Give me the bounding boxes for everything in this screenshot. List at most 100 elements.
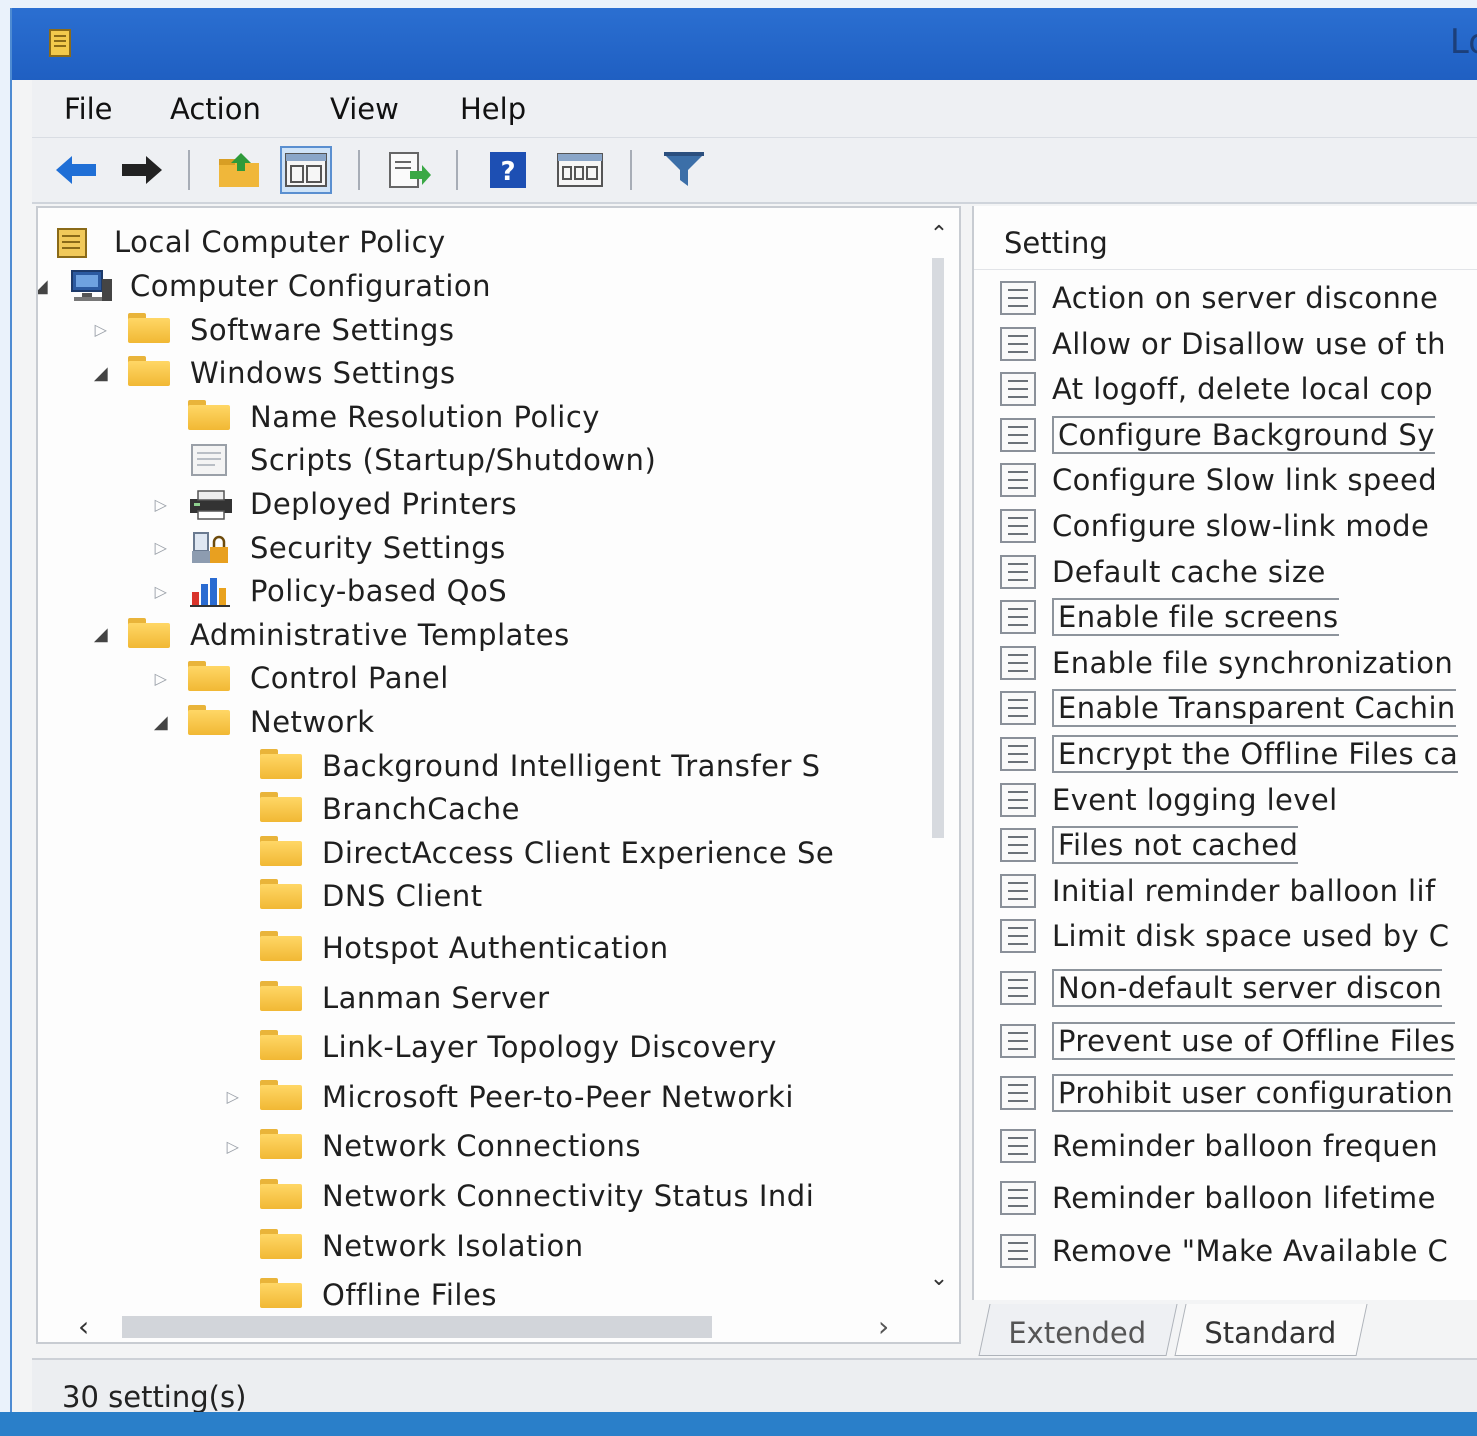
collapsed-triangle-icon[interactable]: ▷ [88,317,114,343]
tree-item-network-connections[interactable]: ▷ Network Connections [220,1124,641,1168]
filter-icon [664,152,704,186]
setting-row[interactable]: Allow or Disallow use of th [1000,322,1446,366]
tree-item-dns-client[interactable]: DNS Client [260,874,483,918]
tree-item-directaccess-client-experience-se[interactable]: DirectAccess Client Experience Se [260,831,834,875]
tree-item-administrative-templates[interactable]: ◢ Administrative Templates [88,613,570,657]
setting-row[interactable]: Limit disk space used by C [1000,914,1449,958]
tree-item-network[interactable]: ◢ Network [148,700,375,744]
back-arrow-icon [56,156,96,184]
folder-icon [260,792,306,826]
scroll-down-icon[interactable]: ⌄ [924,1266,954,1291]
forward-button[interactable] [116,146,168,194]
expanded-triangle-icon[interactable]: ◢ [88,360,114,386]
collapsed-triangle-icon[interactable]: ▷ [148,535,174,561]
properties-button[interactable] [554,146,606,194]
setting-row[interactable]: Reminder balloon frequen [1000,1124,1438,1168]
policy-scroll-icon [57,228,87,258]
setting-label: Limit disk space used by C [1052,919,1450,954]
setting-row[interactable]: Prohibit user configuration [1000,1071,1454,1115]
setting-row[interactable]: Prevent use of Offline Files [1000,1019,1456,1063]
tree-item-deployed-printers[interactable]: ▷ Deployed Printers [148,482,517,526]
title-bar[interactable]: Lo [12,8,1477,80]
setting-row[interactable]: Enable Transparent Cachin [1000,686,1456,730]
setting-row[interactable]: Configure Background Sy [1000,413,1435,457]
scroll-left-icon[interactable]: ‹ [78,1310,89,1342]
folder-icon [260,1129,306,1163]
menu-action[interactable]: Action [170,92,261,126]
tree-item-background-intelligent-transfer-s[interactable]: Background Intelligent Transfer S [260,744,821,788]
console-tree[interactable]: Local Computer Policy ◢ Computer Configur… [36,206,961,1344]
setting-label: Default cache size [1052,554,1326,589]
scroll-up-icon[interactable]: ⌃ [924,222,954,247]
setting-row[interactable]: At logoff, delete local cop [1000,367,1433,411]
tree-item-policy-based-qos[interactable]: ▷ Policy-based QoS [148,569,507,613]
setting-row[interactable]: Enable file synchronization [1000,641,1453,685]
setting-row[interactable]: Encrypt the Offline Files ca [1000,732,1459,776]
collapsed-triangle-icon[interactable]: ▷ [220,1133,246,1159]
tree-item-label: DNS Client [322,879,483,914]
expanded-triangle-icon[interactable]: ◢ [148,709,174,735]
setting-row[interactable]: Files not cached [1000,823,1299,867]
tree-root[interactable]: Local Computer Policy [52,220,446,264]
setting-label: Enable Transparent Cachin [1052,689,1456,728]
view-tabs: Extended Standard [974,1304,1477,1356]
show-hide-tree-button[interactable] [280,146,332,194]
tree-item-computer-configuration[interactable]: ◢ Computer Configuration [38,264,491,308]
tree-vertical-scrollbar[interactable]: ⌃ ⌄ [918,218,958,1298]
menu-view[interactable]: View [330,92,399,126]
expanded-triangle-icon[interactable]: ◢ [88,622,114,648]
setting-row[interactable]: Event logging level [1000,778,1338,822]
setting-row[interactable]: Default cache size [1000,550,1326,594]
tree-item-network-isolation[interactable]: Network Isolation [260,1224,584,1268]
scroll-right-icon[interactable]: › [878,1310,889,1342]
tree-item-lanman-server[interactable]: Lanman Server [260,976,550,1020]
tree-item-branchcache[interactable]: BranchCache [260,787,520,831]
policy-setting-icon [1000,873,1036,908]
tree-item-microsoft-peer-to-peer-networki[interactable]: ▷ Microsoft Peer-to-Peer Networki [220,1075,794,1119]
tree-item-network-connectivity-status-indi[interactable]: Network Connectivity Status Indi [260,1174,814,1218]
setting-row[interactable]: Enable file screens [1000,595,1339,639]
scroll-thumb-horizontal[interactable] [122,1316,712,1338]
tree-item-security-settings[interactable]: ▷ Security Settings [148,526,506,570]
tree-item-link-layer-topology-discovery[interactable]: Link-Layer Topology Discovery [260,1025,777,1069]
setting-label: Enable file screens [1052,598,1339,637]
setting-row[interactable]: Reminder balloon lifetime [1000,1176,1436,1220]
help-button[interactable]: ? [482,146,534,194]
menu-help[interactable]: Help [460,92,526,126]
tree-item-label: Scripts (Startup/Shutdown) [250,443,657,478]
column-header-setting[interactable]: Setting [974,206,1477,270]
setting-row[interactable]: Configure Slow link speed [1000,458,1437,502]
scroll-thumb[interactable] [932,258,944,838]
filter-button[interactable] [658,146,710,194]
tree-item-hotspot-authentication[interactable]: Hotspot Authentication [260,926,669,970]
tree-item-control-panel[interactable]: ▷ Control Panel [148,656,449,700]
tree-item-software-settings[interactable]: ▷ Software Settings [88,308,455,352]
tree-item-label: Hotspot Authentication [322,931,669,965]
back-button[interactable] [50,146,102,194]
tree-item-name-resolution-policy[interactable]: Name Resolution Policy [188,395,600,439]
setting-row[interactable]: Configure slow-link mode [1000,504,1429,548]
collapsed-triangle-icon[interactable]: ▷ [148,665,174,691]
tree-item-scripts-startup-shutdown[interactable]: Scripts (Startup/Shutdown) [188,438,656,482]
up-one-level-button[interactable] [214,146,266,194]
folder-icon [128,356,174,390]
setting-row[interactable]: Non-default server discon [1000,966,1443,1010]
tab-standard[interactable]: Standard [1174,1304,1368,1356]
expanded-triangle-icon[interactable]: ◢ [38,273,54,299]
tree-horizontal-scrollbar[interactable]: ‹ › [78,1308,918,1342]
menu-file[interactable]: File [64,92,113,126]
tree-item-windows-settings[interactable]: ◢ Windows Settings [88,351,456,395]
setting-row[interactable]: Remove "Make Available C [1000,1229,1448,1273]
setting-row[interactable]: Action on server disconne [1000,276,1438,320]
tab-extended[interactable]: Extended [978,1304,1178,1356]
toolbar-separator [188,150,190,190]
settings-list[interactable]: Setting Action on server disconne Allow o… [972,206,1477,1300]
printer-icon [188,487,234,521]
collapsed-triangle-icon[interactable]: ▷ [220,1084,246,1110]
setting-row[interactable]: Initial reminder balloon lif [1000,869,1436,913]
policy-setting-icon [1000,645,1036,680]
policy-setting-icon [1000,737,1036,771]
collapsed-triangle-icon[interactable]: ▷ [148,578,174,604]
export-list-button[interactable] [384,146,436,194]
collapsed-triangle-icon[interactable]: ▷ [148,491,174,517]
